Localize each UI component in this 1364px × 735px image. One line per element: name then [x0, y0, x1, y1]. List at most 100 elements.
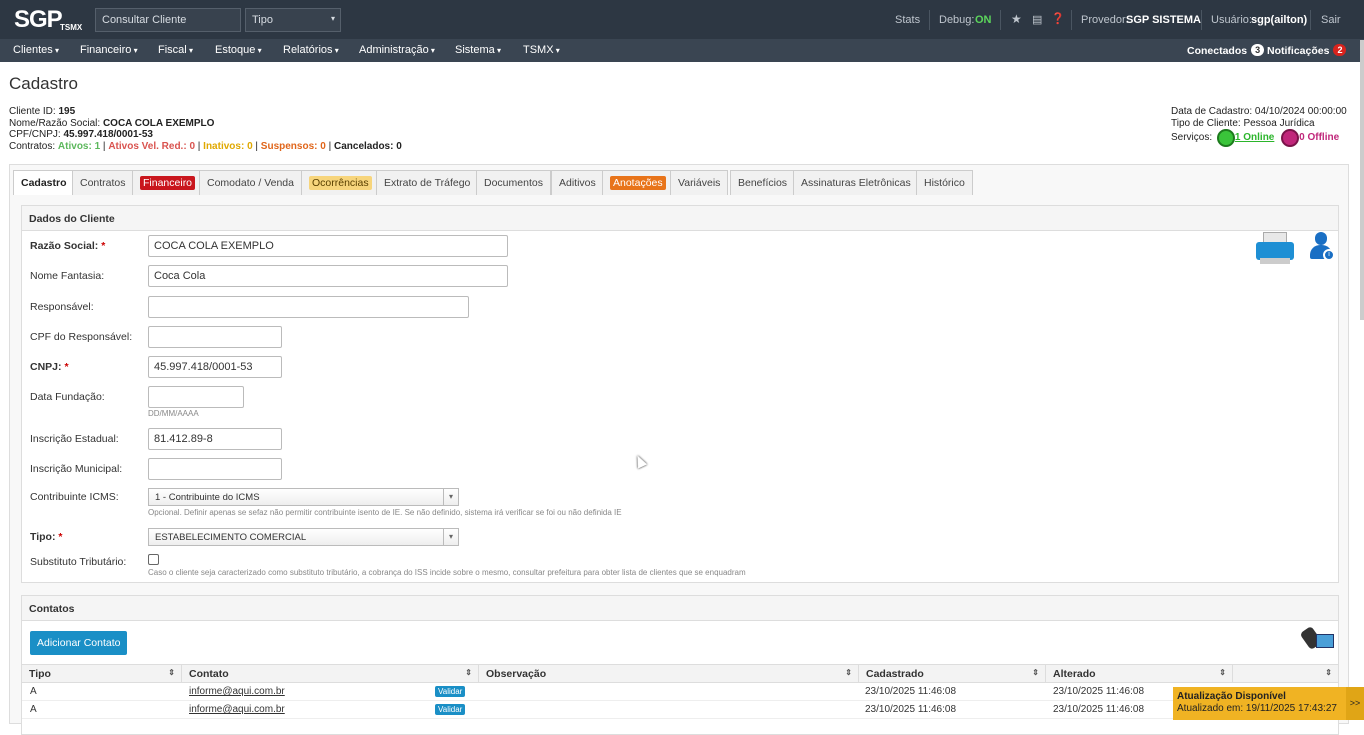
register-date: Data de Cadastro: 04/10/2024 00:00:00 — [1171, 106, 1347, 117]
logout-link[interactable]: Sair — [1321, 14, 1341, 26]
contracts-suspensos[interactable]: Suspensos: 0 — [261, 141, 326, 152]
cpf-responsavel-input[interactable] — [148, 326, 282, 348]
ie-label: Inscrição Estadual: — [30, 433, 119, 445]
toast-expand-button[interactable]: >> — [1346, 687, 1364, 720]
type-select[interactable]: Tipo ▾ — [245, 8, 341, 32]
col-observacao[interactable]: Observação ⇕ — [479, 665, 859, 683]
tab-ocorrencias[interactable]: Ocorrências — [301, 170, 380, 195]
client-meta: Data de Cadastro: 04/10/2024 00:00:00 Ti… — [1171, 106, 1347, 147]
menu-tsmx[interactable]: TSMX — [523, 44, 560, 56]
validate-button[interactable]: Validar — [435, 686, 466, 697]
contracts-inativos[interactable]: Inativos: 0 — [203, 141, 252, 152]
client-name-row: Nome/Razão Social: COCA COLA EXEMPLO — [9, 118, 402, 130]
menu-fiscal[interactable]: Fiscal — [158, 44, 193, 56]
tab-comodato[interactable]: Comodato / Venda — [199, 170, 302, 195]
online-icon — [1216, 129, 1235, 147]
client-name-label: Nome/Razão Social: — [9, 117, 101, 129]
col-cadastrado-label: Cadastrado — [866, 668, 924, 680]
cpf-resp-label: CPF do Responsável: — [30, 331, 133, 343]
main-menu: Clientes Financeiro Fiscal Estoque Relat… — [0, 39, 1364, 62]
debug-status[interactable]: ON — [975, 14, 992, 26]
update-toast[interactable]: Atualização Disponível Atualizado em: 19… — [1173, 687, 1364, 720]
client-doc-label: CPF/CNPJ: — [9, 129, 61, 140]
fantasia-label: Nome Fantasia: — [30, 270, 105, 282]
scrollbar[interactable] — [1360, 40, 1364, 320]
help-icon[interactable]: ❓ — [1051, 12, 1065, 25]
col-tipo-label: Tipo — [29, 668, 51, 680]
tab-assinaturas[interactable]: Assinaturas Eletrônicas — [793, 170, 919, 195]
tab-beneficios[interactable]: Benefícios — [730, 170, 796, 195]
phone-icon[interactable] — [1299, 625, 1334, 651]
sort-icon: ⇕ — [1032, 668, 1039, 677]
menu-clientes[interactable]: Clientes — [13, 44, 59, 56]
user-info-icon[interactable]: i — [1308, 232, 1336, 264]
razao-social-input[interactable]: COCA COLA EXEMPLO — [148, 235, 508, 257]
contracts-ativos-red[interactable]: Ativos Vel. Red.: 0 — [108, 141, 195, 152]
menu-sistema[interactable]: Sistema — [455, 44, 501, 56]
contracts-cancelados[interactable]: Cancelados: 0 — [334, 141, 402, 152]
user-name[interactable]: sgp(ailton) — [1251, 14, 1307, 26]
col-cadastrado[interactable]: Cadastrado ⇕ — [859, 665, 1046, 683]
tab-cadastro[interactable]: Cadastro — [13, 170, 75, 195]
document-icon[interactable]: ▤ — [1032, 13, 1042, 26]
tab-anotacoes[interactable]: Anotações — [602, 170, 674, 195]
tab-contratos[interactable]: Contratos — [72, 170, 134, 195]
tab-ocorrencias-label: Ocorrências — [309, 176, 372, 190]
icms-label: Contribuinte ICMS: — [30, 491, 119, 503]
tipo-label: Tipo: * — [30, 531, 62, 543]
sort-icon: ⇕ — [1219, 668, 1226, 677]
chevron-down-icon: ▾ — [330, 14, 335, 23]
tab-documentos[interactable]: Documentos — [476, 170, 551, 195]
provider-label: Provedor: — [1081, 14, 1129, 26]
contracts-ativos[interactable]: Ativos: 1 — [58, 141, 100, 152]
contracts-row: Contratos: Ativos: 1 | Ativos Vel. Red.:… — [9, 140, 402, 152]
nome-fantasia-input[interactable]: Coca Cola — [148, 265, 508, 287]
menu-relatorios[interactable]: Relatórios — [283, 44, 339, 56]
client-info: Cliente ID: 195 Nome/Razão Social: COCA … — [9, 106, 402, 152]
logo[interactable]: SGP TSMX — [14, 6, 82, 34]
tipo-select[interactable]: ESTABELECIMENTO COMERCIAL ▾ — [148, 528, 459, 546]
icms-hint: Opcional. Definir apenas se sefaz não pe… — [148, 508, 622, 517]
row-cadastrado: 23/10/2025 11:46:08 — [865, 704, 957, 715]
tab-historico[interactable]: Histórico — [916, 170, 973, 195]
online-link[interactable]: 1 Online — [1235, 132, 1274, 143]
col-tipo[interactable]: Tipo ⇕ — [22, 665, 182, 683]
search-input[interactable]: Consultar Cliente — [95, 8, 241, 32]
tab-financeiro-label: Financeiro — [140, 176, 196, 190]
contacts-table-header: Tipo ⇕ Contato ⇕ Observação ⇕ Cadastrado ⇕ A… — [22, 664, 1338, 683]
tab-extrato[interactable]: Extrato de Tráfego — [376, 170, 479, 195]
menu-financeiro[interactable]: Financeiro — [80, 44, 138, 56]
responsavel-input[interactable] — [148, 296, 469, 318]
main-panel: Cadastro Contratos Financeiro Comodato /… — [9, 164, 1349, 735]
row-contato[interactable]: informe@aqui.com.br — [189, 704, 285, 715]
offline-icon — [1281, 129, 1300, 147]
menu-administracao[interactable]: Administração — [359, 44, 435, 56]
inscricao-estadual-input[interactable]: 81.412.89-8 — [148, 428, 282, 450]
data-fundacao-input[interactable] — [148, 386, 244, 408]
star-icon[interactable]: ★ — [1011, 12, 1022, 26]
tab-aditivos[interactable]: Aditivos — [551, 170, 604, 195]
substituto-checkbox[interactable] — [148, 554, 159, 565]
row-tipo: A — [30, 686, 37, 697]
tab-variaveis[interactable]: Variáveis — [670, 170, 729, 195]
col-actions[interactable]: ⇕ — [1233, 665, 1338, 683]
row-contato[interactable]: informe@aqui.com.br — [189, 686, 285, 697]
date-hint: DD/MM/AAAA — [148, 409, 199, 418]
connected-link[interactable]: Conectados 3 — [1187, 44, 1265, 57]
icms-select[interactable]: 1 - Contribuinte do ICMS ▾ — [148, 488, 459, 506]
inscricao-municipal-input[interactable] — [148, 458, 282, 480]
offline-link[interactable]: 0 Offline — [1299, 132, 1339, 143]
tab-financeiro[interactable]: Financeiro — [132, 170, 204, 195]
required-mark: * — [58, 531, 63, 543]
notifications-link[interactable]: Notificações 2 — [1267, 44, 1347, 57]
logo-text: SGP — [14, 6, 63, 33]
stats-link[interactable]: Stats — [895, 14, 920, 26]
col-contato[interactable]: Contato ⇕ — [182, 665, 479, 683]
menu-estoque[interactable]: Estoque — [215, 44, 262, 56]
add-contact-button[interactable]: Adicionar Contato — [30, 631, 128, 655]
printer-icon[interactable] — [1256, 232, 1294, 266]
cnpj-input[interactable]: 45.997.418/0001-53 — [148, 356, 282, 378]
validate-button[interactable]: Validar — [435, 704, 466, 715]
col-alterado[interactable]: Alterado ⇕ — [1046, 665, 1233, 683]
client-doc: 45.997.418/0001-53 — [63, 129, 153, 140]
